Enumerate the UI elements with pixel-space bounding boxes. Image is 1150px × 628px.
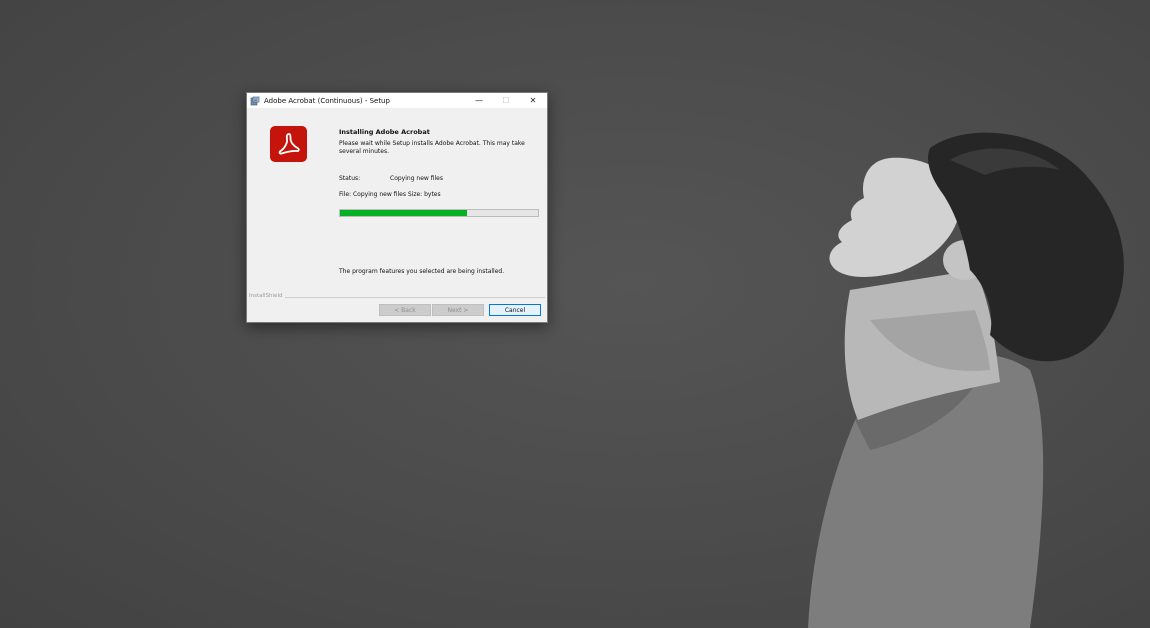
status-value: Copying new files xyxy=(390,175,443,182)
adobe-acrobat-icon xyxy=(270,126,307,162)
acrobat-logo-mark xyxy=(278,133,300,155)
maximize-icon: ☐ xyxy=(502,96,510,105)
install-description: Please wait while Setup installs Adobe A… xyxy=(339,140,525,155)
setup-icon xyxy=(250,96,260,105)
minimize-button[interactable]: — xyxy=(465,93,493,108)
status-label: Status: xyxy=(339,175,361,182)
installshield-separator: InstallShield xyxy=(247,293,547,301)
features-message: The program features you selected are be… xyxy=(339,268,505,275)
minimize-icon: — xyxy=(475,96,483,105)
install-heading: Installing Adobe Acrobat xyxy=(339,128,430,136)
installshield-brand: InstallShield xyxy=(249,293,286,299)
title-bar[interactable]: Adobe Acrobat (Continuous) - Setup — ☐ ✕ xyxy=(247,93,547,108)
desktop: Adobe Acrobat (Continuous) - Setup — ☐ ✕… xyxy=(0,0,1150,628)
maximize-button: ☐ xyxy=(492,93,520,108)
window-title: Adobe Acrobat (Continuous) - Setup xyxy=(264,96,390,105)
file-info: File: Copying new files Size: bytes xyxy=(339,191,441,198)
close-button[interactable]: ✕ xyxy=(519,93,547,108)
separator-line xyxy=(249,297,545,298)
cancel-button[interactable]: Cancel xyxy=(489,304,541,316)
close-icon: ✕ xyxy=(529,96,537,105)
dialog-body: Installing Adobe Acrobat Please wait whi… xyxy=(247,108,547,322)
setup-dialog: Adobe Acrobat (Continuous) - Setup — ☐ ✕… xyxy=(246,92,548,323)
next-button: Next > xyxy=(432,304,484,316)
progress-fill xyxy=(340,210,467,216)
install-progress-bar xyxy=(339,209,539,217)
wallpaper-figure xyxy=(808,132,1124,628)
back-button: < Back xyxy=(379,304,431,316)
